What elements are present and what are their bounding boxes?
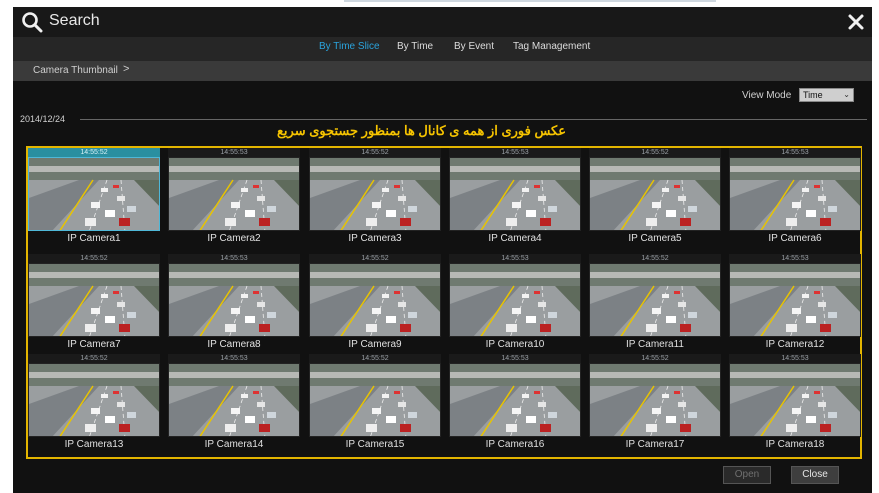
thumbnail-timestamp: 14:55:53	[729, 354, 861, 363]
thumbnail-timestamp: 14:55:52	[28, 148, 160, 157]
chevron-down-icon: ⌄	[843, 90, 850, 99]
camera-thumbnail[interactable]: 14:55:53 IP Camera16	[449, 354, 581, 457]
search-window: Search By Time Slice By Time By Event Ta…	[13, 7, 872, 493]
thumbnail-timestamp: 14:55:52	[309, 254, 441, 263]
camera-snapshot-image	[309, 363, 441, 437]
camera-thumbnail[interactable]: 14:55:53 IP Camera8	[168, 254, 300, 357]
annotation-text: عکس فوری از همه ی کانال ها بمنظور جستجوی…	[277, 123, 566, 138]
breadcrumb-camera-thumbnail[interactable]: Camera Thumbnail	[33, 65, 118, 76]
window-title: Search	[49, 12, 100, 29]
open-button[interactable]: Open	[723, 466, 771, 484]
camera-thumbnail[interactable]: 14:55:53 IP Camera14	[168, 354, 300, 457]
view-mode-select[interactable]: Time ⌄	[799, 88, 854, 102]
close-icon[interactable]	[846, 12, 866, 32]
camera-name-label: IP Camera16	[485, 439, 545, 450]
camera-snapshot-image	[28, 263, 160, 337]
camera-thumbnail[interactable]: 14:55:53 IP Camera4	[449, 148, 581, 251]
camera-snapshot-image	[309, 263, 441, 337]
camera-thumbnail[interactable]: 14:55:53 IP Camera2	[168, 148, 300, 251]
camera-thumbnail[interactable]: 14:55:52 IP Camera17	[589, 354, 721, 457]
camera-thumbnail[interactable]: 14:55:53 IP Camera6	[729, 148, 861, 251]
tab-by-time[interactable]: By Time	[397, 41, 433, 52]
camera-name-label: IP Camera10	[485, 339, 545, 350]
thumbnail-timestamp: 14:55:52	[309, 354, 441, 363]
camera-snapshot-image	[28, 157, 160, 231]
camera-name-label: IP Camera11	[626, 339, 684, 350]
thumbnail-timestamp: 14:55:53	[168, 148, 300, 157]
camera-name-label: IP Camera4	[488, 233, 542, 244]
camera-name-label: IP Camera9	[348, 339, 402, 350]
date-divider	[80, 119, 867, 120]
camera-name-label: IP Camera15	[345, 439, 405, 450]
camera-snapshot-image	[168, 263, 300, 337]
thumbnail-timestamp: 14:55:53	[168, 254, 300, 263]
thumbnail-timestamp: 14:55:53	[449, 254, 581, 263]
thumbnail-timestamp: 14:55:53	[449, 148, 581, 157]
camera-name-label: IP Camera2	[207, 233, 261, 244]
camera-snapshot-image	[729, 263, 861, 337]
camera-name-label: IP Camera17	[625, 439, 685, 450]
camera-thumbnail[interactable]: 14:55:52 IP Camera5	[589, 148, 721, 251]
thumbnail-timestamp: 14:55:53	[449, 354, 581, 363]
thumbnail-timestamp: 14:55:53	[729, 148, 861, 157]
camera-name-label: IP Camera3	[348, 233, 402, 244]
breadcrumb: Camera Thumbnail >	[13, 61, 872, 81]
thumbnail-timestamp: 14:55:52	[589, 148, 721, 157]
camera-snapshot-image	[589, 363, 721, 437]
camera-name-label: IP Camera8	[207, 339, 261, 350]
camera-name-label: IP Camera13	[64, 439, 124, 450]
camera-thumbnail[interactable]: 14:55:52 IP Camera3	[309, 148, 441, 251]
date-label: 2014/12/24	[20, 114, 66, 124]
camera-thumbnail[interactable]: 14:55:52 IP Camera15	[309, 354, 441, 457]
camera-snapshot-image	[589, 263, 721, 337]
thumbnail-timestamp: 14:55:52	[589, 254, 721, 263]
camera-thumbnail[interactable]: 14:55:52 IP Camera1	[28, 148, 160, 251]
thumbnail-timestamp: 14:55:53	[168, 354, 300, 363]
camera-snapshot-image	[449, 363, 581, 437]
camera-thumbnail[interactable]: 14:55:53 IP Camera10	[449, 254, 581, 357]
thumbnail-timestamp: 14:55:52	[28, 354, 160, 363]
camera-name-label: IP Camera18	[765, 439, 825, 450]
tab-bar: By Time Slice By Time By Event Tag Manag…	[13, 37, 872, 61]
camera-snapshot-image	[729, 363, 861, 437]
camera-name-label: IP Camera12	[765, 339, 825, 350]
thumbnail-timestamp: 14:55:52	[589, 354, 721, 363]
camera-thumbnail[interactable]: 14:55:52 IP Camera7	[28, 254, 160, 357]
camera-name-label: IP Camera5	[628, 233, 682, 244]
camera-name-label: IP Camera1	[67, 233, 121, 244]
camera-thumbnail[interactable]: 14:55:52 IP Camera9	[309, 254, 441, 357]
camera-name-label: IP Camera14	[204, 439, 264, 450]
view-mode-value: Time	[803, 90, 823, 100]
title-bar: Search	[13, 7, 872, 37]
search-icon	[22, 12, 43, 33]
thumbnail-timestamp: 14:55:52	[309, 148, 441, 157]
camera-thumbnail[interactable]: 14:55:52 IP Camera11	[589, 254, 721, 357]
view-mode-label: View Mode	[742, 90, 792, 101]
camera-snapshot-image	[168, 157, 300, 231]
thumbnail-timestamp: 14:55:52	[28, 254, 160, 263]
camera-thumbnail[interactable]: 14:55:52 IP Camera13	[28, 354, 160, 457]
camera-snapshot-image	[168, 363, 300, 437]
camera-thumbnail[interactable]: 14:55:53 IP Camera18	[729, 354, 861, 457]
breadcrumb-arrow-icon: >	[123, 63, 130, 75]
camera-snapshot-image	[589, 157, 721, 231]
top-divider	[344, 0, 716, 2]
tab-by-event[interactable]: By Event	[454, 41, 494, 52]
camera-name-label: IP Camera6	[768, 233, 822, 244]
thumbnail-timestamp: 14:55:53	[729, 254, 861, 263]
camera-snapshot-image	[729, 157, 861, 231]
tab-tag-management[interactable]: Tag Management	[513, 41, 590, 52]
camera-snapshot-image	[449, 157, 581, 231]
camera-snapshot-image	[309, 157, 441, 231]
tab-by-time-slice[interactable]: By Time Slice	[319, 41, 380, 52]
camera-name-label: IP Camera7	[67, 339, 121, 350]
close-button[interactable]: Close	[791, 466, 839, 484]
camera-thumbnail[interactable]: 14:55:53 IP Camera12	[729, 254, 861, 357]
camera-snapshot-image	[28, 363, 160, 437]
camera-snapshot-image	[449, 263, 581, 337]
